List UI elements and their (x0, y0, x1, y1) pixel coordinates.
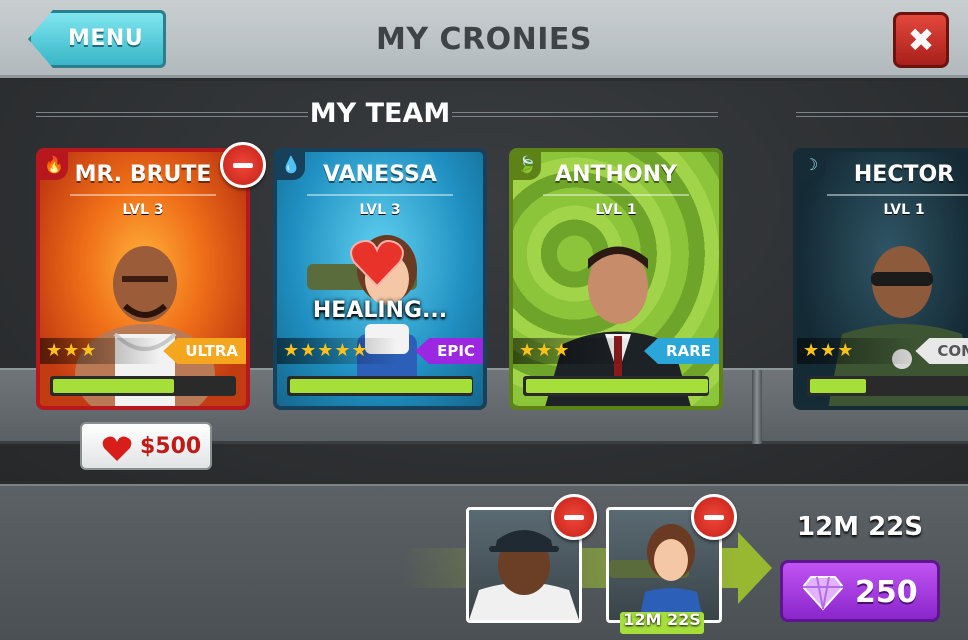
crony-name: MR. BRUTE (74, 162, 212, 187)
rarity-badge: RARE (644, 338, 719, 364)
heading-rule-right (452, 112, 718, 117)
health-bar-fill (526, 379, 708, 393)
star-rating: ★★★ (40, 338, 160, 364)
star-rating: ★★★ (513, 338, 633, 364)
name-divider (827, 194, 968, 196)
crony-level: LVL 1 (883, 202, 925, 218)
queue-slot-timer-text: 12M 22S (623, 610, 701, 629)
health-bar-fill (290, 379, 472, 393)
crony-name: ANTHONY (555, 162, 677, 187)
remove-mr-brute-button[interactable] (220, 142, 266, 188)
star-rating: ★★★ (797, 338, 917, 364)
gem-icon (803, 576, 843, 611)
shelf-divider (752, 370, 762, 444)
remove-queue-slot-2-button[interactable] (691, 494, 737, 540)
heading-rule-far-right (796, 112, 968, 117)
health-bar-fill (810, 379, 866, 393)
remove-queue-slot-1-button[interactable] (551, 494, 597, 540)
rarity-badge: EPIC (415, 338, 483, 364)
crony-name: VANESSA (323, 162, 437, 187)
name-divider (307, 194, 453, 196)
close-icon: ✖ (907, 21, 935, 59)
heart-icon (350, 240, 404, 288)
name-divider (70, 194, 216, 196)
crony-level: LVL 3 (359, 202, 401, 218)
name-divider (543, 194, 689, 196)
health-bar (50, 376, 236, 396)
crony-card-hector[interactable]: ☽ HECTOR LVL 1 ★★★ COMM (793, 148, 968, 410)
gem-cost: 250 (855, 575, 918, 610)
page-title: MY CRONIES (375, 22, 592, 57)
health-bar (287, 376, 473, 396)
health-bar (807, 376, 968, 396)
healing-status: HEALING... (312, 298, 448, 323)
heal-cost: $500 (140, 434, 202, 459)
heart-icon (102, 436, 132, 461)
star-rating: ★★★★★ (277, 338, 397, 364)
crony-level: LVL 1 (595, 202, 637, 218)
queue-slot-timer: 12M 22S (620, 610, 704, 634)
health-bar (523, 376, 709, 396)
minus-icon (704, 515, 724, 520)
crony-level: LVL 3 (122, 202, 164, 218)
heal-button[interactable]: $500 (80, 422, 212, 470)
close-button[interactable]: ✖ (893, 12, 949, 68)
minus-icon (233, 163, 253, 168)
header-bar: MENU MY CRONIES ✖ (0, 0, 968, 78)
crony-card-mr-brute[interactable]: 🔥 MR. BRUTE LVL 3 ★★★ ULTRA (36, 148, 250, 410)
gem-speedup-button[interactable]: 250 (780, 560, 940, 622)
heal-timer: 12M 22S (796, 512, 923, 542)
minus-icon (564, 515, 584, 520)
team-heading-row: MY TEAM (0, 98, 968, 134)
rarity-badge: ULTRA (163, 338, 246, 364)
crony-name: HECTOR (853, 162, 955, 187)
health-bar-fill (53, 379, 174, 393)
crony-card-anthony[interactable]: 🍃 ANTHONY LVL 1 ★★★ RARE (509, 148, 723, 410)
